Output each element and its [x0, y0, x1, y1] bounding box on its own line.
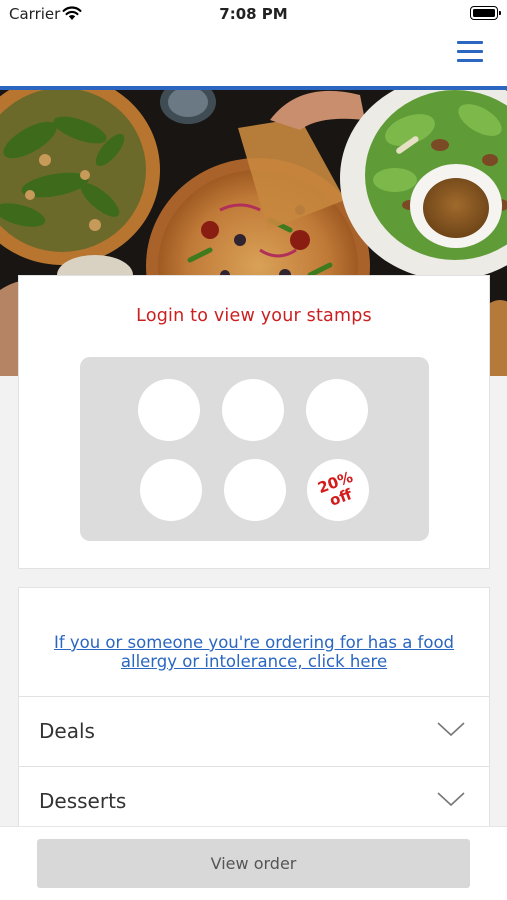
stamps-card: Login to view your stamps 20% off: [18, 275, 490, 569]
menu-list-card: If you or someone you're ordering for ha…: [18, 587, 490, 837]
stamp-slot-4[interactable]: [140, 459, 202, 521]
hamburger-menu-icon[interactable]: [457, 41, 483, 63]
status-bar: Carrier 7:08 PM: [0, 0, 507, 30]
chevron-down-icon: [437, 722, 465, 737]
category-label: Desserts: [39, 789, 127, 813]
allergy-section: If you or someone you're ordering for ha…: [19, 588, 489, 696]
stamp-reward-slot[interactable]: 20% off: [307, 459, 369, 521]
stamp-slot-3[interactable]: [306, 379, 368, 441]
footer-bar: View order: [0, 826, 507, 900]
stamps-login-prompt[interactable]: Login to view your stamps: [19, 306, 489, 326]
category-row-deals[interactable]: Deals: [19, 696, 489, 766]
reward-label: 20% off: [312, 467, 364, 512]
view-order-button[interactable]: View order: [37, 839, 470, 888]
category-label: Deals: [39, 719, 95, 743]
chevron-down-icon: [437, 792, 465, 807]
stamp-slot-5[interactable]: [224, 459, 286, 521]
stamp-slot-2[interactable]: [222, 379, 284, 441]
battery-icon: [470, 6, 501, 20]
clock: 7:08 PM: [219, 5, 288, 23]
stamp-grid: 20% off: [80, 357, 429, 541]
allergy-info-link[interactable]: If you or someone you're ordering for ha…: [39, 633, 469, 671]
stamp-slot-1[interactable]: [138, 379, 200, 441]
nav-bar: [0, 30, 507, 86]
